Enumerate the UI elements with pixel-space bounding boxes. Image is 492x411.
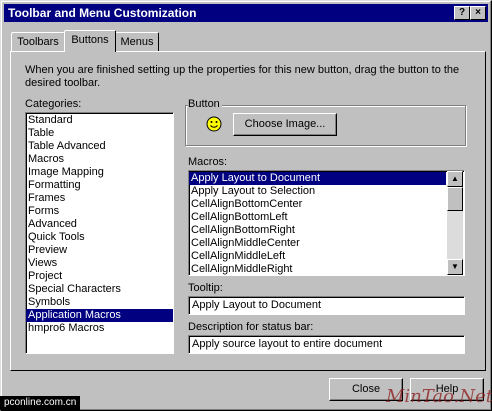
category-list-item[interactable]: Macros [26,153,173,166]
category-list-item[interactable]: Frames [26,192,173,205]
choose-image-button[interactable]: Choose Image... [233,113,337,136]
category-list-item[interactable]: Standard [26,114,173,127]
button-group: Choose Image... [185,105,466,146]
category-list-item[interactable]: Special Characters [26,283,173,296]
categories-label: Categories: [25,98,82,110]
category-list-item[interactable]: Table Advanced [26,140,173,153]
watermark-right: MinTao.Net [386,386,492,407]
window-title: Toolbar and Menu Customization [8,6,197,20]
macro-list-item[interactable]: CellAlignMiddleRight [189,263,446,276]
category-list-item[interactable]: Image Mapping [26,166,173,179]
tooltip-label: Tooltip: [188,282,223,294]
macros-label: Macros: [188,156,228,168]
scroll-up-arrow-icon[interactable]: ▲ [447,171,463,187]
macro-list-item[interactable]: CellAlignBottomCenter [189,198,446,211]
status-description-value: Apply source layout to entire document [192,338,383,350]
macros-scrollbar[interactable]: ▲ ▼ [447,171,463,275]
buttons-tab-panel: When you are finished setting up the pro… [10,51,486,371]
tab-buttons[interactable]: Buttons [64,30,116,52]
status-description-label: Description for status bar: [188,321,314,333]
instruction-text: When you are finished setting up the pro… [25,64,460,89]
macro-list-item[interactable]: Apply Layout to Selection [189,185,446,198]
category-list-item[interactable]: Quick Tools [26,231,173,244]
macro-list-item[interactable]: Apply Layout to Document [189,172,446,185]
help-icon[interactable]: ? [454,6,470,20]
macro-list-item[interactable]: CellAlignBottomLeft [189,211,446,224]
macro-list-item[interactable]: CellAlignBottomRight [189,224,446,237]
smiley-face-icon [206,116,222,132]
title-bar[interactable]: Toolbar and Menu Customization ? × [4,4,488,22]
scroll-down-arrow-icon[interactable]: ▼ [447,259,463,275]
dialog-window: Toolbar and Menu Customization ? × Toolb… [0,0,492,411]
category-list-item[interactable]: Project [26,270,173,283]
tooltip-input[interactable]: Apply Layout to Document [188,296,465,315]
category-list-item[interactable]: Preview [26,244,173,257]
tab-toolbars[interactable]: Toolbars [11,32,65,51]
category-list-item[interactable]: Advanced [26,218,173,231]
category-list-item[interactable]: Table [26,127,173,140]
categories-list[interactable]: Standard Table Table Advanced Macros Image M… [25,112,174,354]
tooltip-input-value: Apply Layout to Document [192,299,322,311]
macros-list[interactable]: Apply Layout to Document Apply Layout to … [188,170,465,276]
scroll-thumb[interactable] [447,187,463,211]
watermark-left: pconline.com.cn [0,396,81,410]
category-list-item[interactable]: Formatting [26,179,173,192]
category-list-item[interactable]: Application Macros [26,309,173,322]
category-list-item[interactable]: Views [26,257,173,270]
category-list-item[interactable]: Symbols [26,296,173,309]
macro-list-item[interactable]: CellAlignMiddleCenter [189,237,446,250]
category-list-item[interactable]: hmpro6 Macros [26,322,173,335]
button-group-label: Button [188,98,222,110]
close-icon[interactable]: × [470,6,486,20]
status-description-input[interactable]: Apply source layout to entire document [188,335,465,354]
tab-menus[interactable]: Menus [115,32,159,51]
macro-list-item[interactable]: CellAlignMiddleLeft [189,250,446,263]
category-list-item[interactable]: Forms [26,205,173,218]
